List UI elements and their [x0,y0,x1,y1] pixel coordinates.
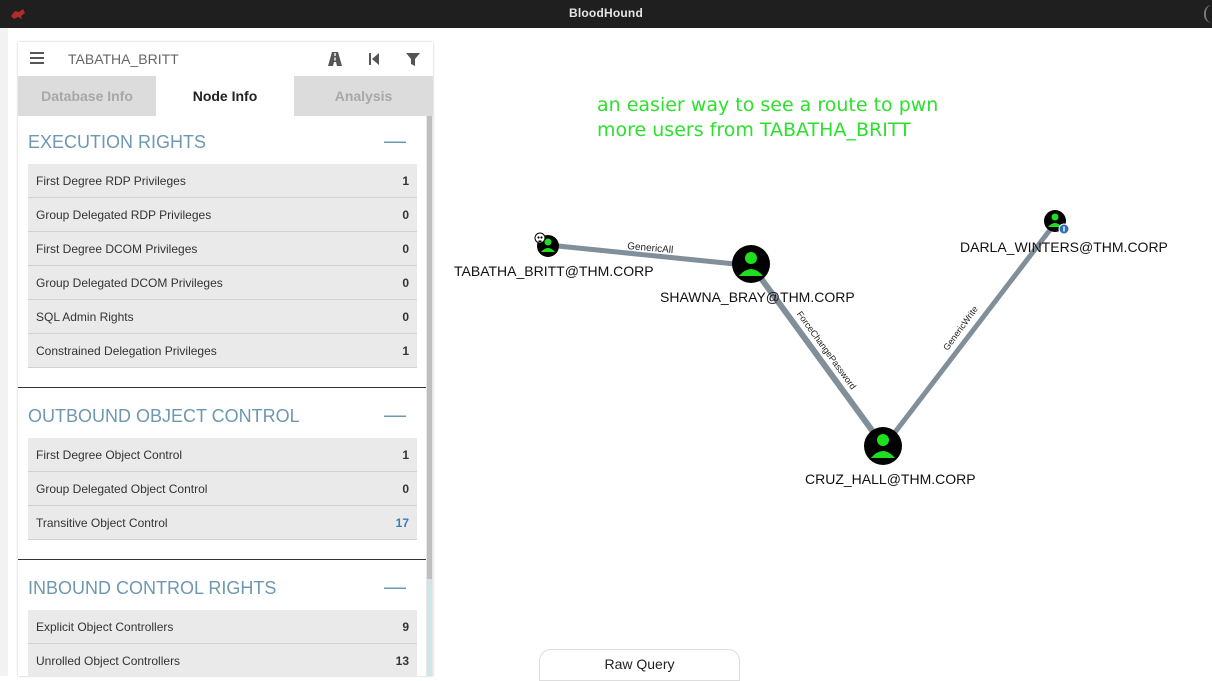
node-search-input[interactable] [68,47,308,71]
row-value: 0 [402,242,409,256]
section-divider [18,387,426,388]
row-label: First Degree DCOM Privileges [36,242,198,256]
window-titlebar: BloodHound [0,0,1212,28]
row-value: 13 [395,654,409,668]
row-value: 1 [402,174,409,188]
panel-scrollbar-lower [427,579,432,676]
row-label: Constrained Delegation Privileges [36,344,217,358]
row-label: Group Delegated DCOM Privileges [36,276,223,290]
collapse-outbound-button[interactable]: — [384,398,406,432]
row-label: SQL Admin Rights [36,310,134,324]
edge-genericwrite[interactable] [884,220,1058,446]
row-sql-admin[interactable]: SQL Admin Rights 0 [28,300,417,334]
filter-icon[interactable] [405,51,421,67]
raw-query-button[interactable]: Raw Query [539,649,740,681]
row-transitive-object-control[interactable]: Transitive Object Control 17 [28,506,417,540]
tab-node-info[interactable]: Node Info [156,76,294,116]
row-label: Transitive Object Control [36,516,168,530]
row-value-link[interactable]: 17 [396,516,409,530]
section-title: INBOUND CONTROL RIGHTS [28,578,277,598]
row-constrained-delegation[interactable]: Constrained Delegation Privileges 1 [28,334,417,368]
row-first-degree-dcom[interactable]: First Degree DCOM Privileges 0 [28,232,417,266]
node-darla-user-icon[interactable] [1044,210,1070,235]
row-label: Explicit Object Controllers [36,620,174,634]
left-edge [0,28,8,676]
node-shawna-user-icon[interactable] [732,245,770,283]
node-info-panel: Database Info Node Info Analysis EXECUTI… [18,42,433,676]
panel-tabs: Database Info Node Info Analysis [18,76,433,116]
pathfinding-road-icon[interactable] [327,51,343,67]
window-edge-handle [1204,5,1212,23]
edge-label-genericwrite: GenericWrite [941,304,980,352]
node-info-content: EXECUTION RIGHTS — First Degree RDP Priv… [18,116,426,676]
row-value: 0 [402,276,409,290]
row-label: First Degree RDP Privileges [36,174,186,188]
section-divider [18,559,426,560]
hamburger-menu-icon[interactable] [30,52,44,66]
tab-database-info[interactable]: Database Info [18,76,156,116]
row-label: First Degree Object Control [36,448,183,462]
row-value: 1 [402,448,409,462]
window-title: BloodHound [569,6,643,20]
row-label: Unrolled Object Controllers [36,654,181,668]
row-value: 9 [402,620,409,634]
collapse-execution-button[interactable]: — [384,124,406,158]
row-value: 0 [402,310,409,324]
row-group-delegated-dcom[interactable]: Group Delegated DCOM Privileges 0 [28,266,417,300]
edge-label-genericall: GenericAll [627,241,674,256]
row-value: 1 [402,344,409,358]
node-tabatha-user-icon[interactable] [534,232,559,257]
row-group-delegated-object-control[interactable]: Group Delegated Object Control 0 [28,472,417,506]
search-bar [18,42,433,77]
panel-scrollbar-thumb[interactable] [427,116,432,579]
section-title: EXECUTION RIGHTS [28,132,207,152]
row-label: Group Delegated Object Control [36,482,208,496]
row-label: Group Delegated RDP Privileges [36,208,212,222]
node-cruz-user-icon[interactable] [864,427,902,465]
edge-genericall[interactable] [547,242,746,268]
node-label-shawna[interactable]: SHAWNA_BRAY@THM.CORP [660,289,855,305]
row-first-degree-rdp[interactable]: First Degree RDP Privileges 1 [28,164,417,198]
row-value: 0 [402,208,409,222]
graph-annotation: an easier way to see a route to pwn more… [597,94,939,141]
edge-label-forcechangepassword: ForceChangePassword [795,309,858,391]
row-first-degree-object-control[interactable]: First Degree Object Control 1 [28,438,417,472]
row-group-delegated-rdp[interactable]: Group Delegated RDP Privileges 0 [28,198,417,232]
tab-analysis[interactable]: Analysis [294,76,433,116]
node-label-darla[interactable]: DARLA_WINTERS@THM.CORP [960,239,1168,255]
row-explicit-object-controllers[interactable]: Explicit Object Controllers 9 [28,610,417,644]
row-value: 0 [402,482,409,496]
node-label-cruz[interactable]: CRUZ_HALL@THM.CORP [805,471,976,487]
collapse-inbound-button[interactable]: — [384,570,406,604]
step-backward-icon[interactable] [366,51,382,67]
section-title: OUTBOUND OBJECT CONTROL [28,406,300,426]
row-unrolled-object-controllers[interactable]: Unrolled Object Controllers 13 [28,644,417,676]
node-label-tabatha[interactable]: TABATHA_BRITT@THM.CORP [454,263,654,279]
